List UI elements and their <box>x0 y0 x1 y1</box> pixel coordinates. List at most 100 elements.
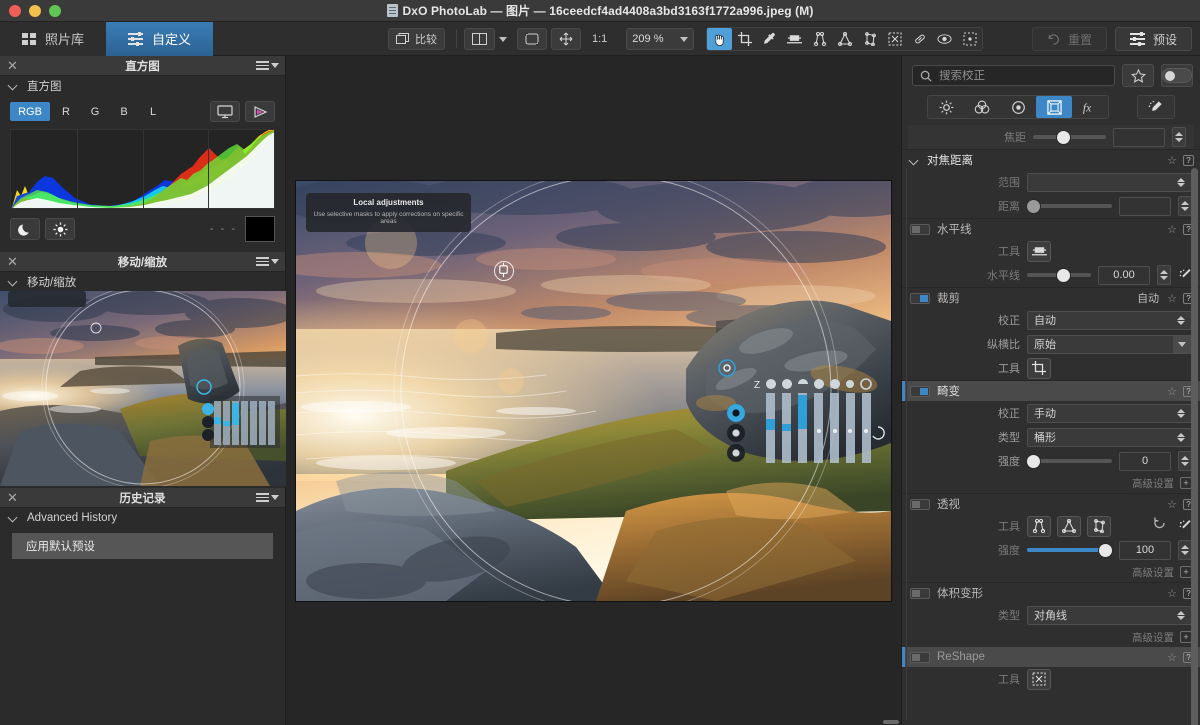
volume-deformation-enable-toggle[interactable] <box>910 587 930 599</box>
perspective-triangle-button[interactable] <box>1057 515 1081 537</box>
star-icon[interactable]: ☆ <box>1167 292 1177 305</box>
aspect-ratio-select[interactable]: 原始 <box>1027 334 1192 354</box>
star-icon[interactable]: ☆ <box>1167 385 1177 398</box>
color-swatch[interactable] <box>245 216 275 242</box>
channel-rgb[interactable]: RGB <box>10 102 50 121</box>
shadow-clipping-icon[interactable] <box>10 218 40 240</box>
pan-move-button[interactable] <box>551 28 581 50</box>
horizon-stepper[interactable] <box>1157 265 1171 285</box>
help-icon[interactable]: ? <box>1183 154 1194 166</box>
fit-to-screen-button[interactable] <box>517 28 547 50</box>
tab-photo-library[interactable]: 照片库 <box>0 21 107 56</box>
enable-all-toggle[interactable] <box>1161 64 1193 87</box>
search-input[interactable] <box>939 69 1107 82</box>
crop-tool-icon[interactable] <box>732 28 757 50</box>
focal-length-slider[interactable] <box>1033 128 1106 146</box>
panel-resize-handle[interactable] <box>883 720 899 724</box>
reshape-tool-button[interactable] <box>1027 668 1051 690</box>
volume-advanced-row[interactable]: 高级设置 + <box>902 627 1200 647</box>
star-icon[interactable]: ☆ <box>1167 223 1177 236</box>
reshape-tool-icon[interactable] <box>882 28 907 50</box>
perspective-intensity-value[interactable]: 100 <box>1119 540 1171 560</box>
mask-control-handle[interactable] <box>718 358 736 382</box>
favorites-button[interactable] <box>1122 64 1154 87</box>
section-distortion-header[interactable]: 畸变 ☆? <box>902 381 1200 401</box>
local-adjustment-equalizer[interactable]: Z <box>726 371 886 476</box>
perspective-intensity-slider[interactable] <box>1027 541 1112 559</box>
distance-stepper[interactable] <box>1178 196 1192 216</box>
navigator-thumbnail[interactable] <box>0 291 286 486</box>
compare-button[interactable]: 比较 <box>388 28 445 50</box>
red-eye-icon[interactable] <box>932 28 957 50</box>
section-perspective-header[interactable]: 透视 ☆? <box>902 494 1200 514</box>
distance-value[interactable] <box>1119 196 1171 216</box>
histogram-panel-menu[interactable] <box>256 61 279 70</box>
perspective-advanced-row[interactable]: 高级设置 + <box>902 562 1200 582</box>
perspective-quad-icon[interactable] <box>857 28 882 50</box>
reshape-enable-toggle[interactable] <box>910 651 930 663</box>
color-space-icon[interactable] <box>245 101 275 122</box>
close-icon[interactable]: ✕ <box>7 491 18 504</box>
distortion-intensity-slider[interactable] <box>1027 452 1112 470</box>
horizon-tool-button[interactable] <box>1027 240 1051 262</box>
section-reshape-header[interactable]: ReShape ☆? <box>902 647 1200 667</box>
perspective-intensity-stepper[interactable] <box>1178 540 1192 560</box>
distortion-correction-select[interactable]: 手动 <box>1027 403 1192 423</box>
tab-detail[interactable] <box>1000 96 1036 118</box>
right-panel-scrollbar[interactable] <box>1191 168 1198 725</box>
horizon-value[interactable]: 0.00 <box>1098 265 1150 285</box>
repair-tool-icon[interactable] <box>907 28 932 50</box>
channel-b[interactable]: B <box>111 102 137 121</box>
perspective-auto-wand-button[interactable] <box>1178 519 1192 533</box>
zoom-panel-menu[interactable] <box>256 257 279 266</box>
section-crop-header[interactable]: 裁剪 自动 ☆? <box>902 288 1200 308</box>
history-section-header[interactable]: Advanced History <box>0 508 285 527</box>
channel-l[interactable]: L <box>140 102 166 121</box>
channel-r[interactable]: R <box>53 102 79 121</box>
perspective-parallel-button[interactable] <box>1027 515 1051 537</box>
star-icon[interactable]: ☆ <box>1167 498 1177 511</box>
range-select[interactable] <box>1027 172 1192 192</box>
view-mode-caret-icon[interactable] <box>499 36 507 42</box>
star-icon[interactable]: ☆ <box>1167 154 1177 167</box>
perspective-quad-button[interactable] <box>1087 515 1111 537</box>
search-correction-box[interactable] <box>912 65 1115 86</box>
crop-tool-button[interactable] <box>1027 357 1051 379</box>
crop-correction-select[interactable]: 自动 <box>1027 310 1192 330</box>
distortion-enable-toggle[interactable] <box>910 385 930 397</box>
local-adjustments-icon[interactable] <box>957 28 982 50</box>
list-item[interactable]: 应用默认预设 <box>12 533 273 559</box>
tab-customize[interactable]: 自定义 <box>106 21 214 56</box>
one-to-one-button[interactable]: 1:1 <box>585 28 614 50</box>
reset-button[interactable]: 重置 <box>1031 27 1107 51</box>
zoom-section-header[interactable]: 移动/缩放 <box>0 272 285 291</box>
perspective-reset-button[interactable] <box>1153 517 1167 536</box>
histogram-section-header[interactable]: 直方图 <box>0 76 285 95</box>
horizon-enable-toggle[interactable] <box>910 223 930 235</box>
history-panel-menu[interactable] <box>256 493 279 502</box>
view-mode-button[interactable] <box>464 28 495 50</box>
star-icon[interactable]: ☆ <box>1167 587 1177 600</box>
close-icon[interactable]: ✕ <box>7 255 18 268</box>
tab-local-adjustments[interactable] <box>1137 95 1175 119</box>
tab-geometry[interactable] <box>1036 96 1072 118</box>
crop-enable-toggle[interactable] <box>910 292 930 304</box>
volume-type-select[interactable]: 对角线 <box>1027 605 1192 625</box>
distance-slider[interactable] <box>1027 197 1112 215</box>
main-photo[interactable]: Local adjustments Use selective masks to… <box>296 180 891 601</box>
section-focus-distance-header[interactable]: 对焦距离 ☆? <box>902 150 1200 170</box>
distortion-type-select[interactable]: 桶形 <box>1027 427 1192 447</box>
focal-length-value[interactable] <box>1113 127 1165 147</box>
section-horizon-header[interactable]: 水平线 ☆? <box>902 219 1200 239</box>
presets-button[interactable]: 预设 <box>1114 27 1192 51</box>
horizon-auto-wand-button[interactable] <box>1178 268 1192 282</box>
distortion-intensity-value[interactable]: 0 <box>1119 451 1171 471</box>
highlight-clipping-icon[interactable] <box>45 218 75 240</box>
focal-length-stepper[interactable] <box>1172 127 1186 147</box>
tab-color[interactable] <box>964 96 1000 118</box>
perspective-triangle-icon[interactable] <box>832 28 857 50</box>
section-volume-deformation-header[interactable]: 体积变形 ☆? <box>902 583 1200 603</box>
tab-effects[interactable]: fx <box>1072 96 1108 118</box>
tab-light[interactable] <box>928 96 964 118</box>
close-icon[interactable]: ✕ <box>7 59 18 72</box>
